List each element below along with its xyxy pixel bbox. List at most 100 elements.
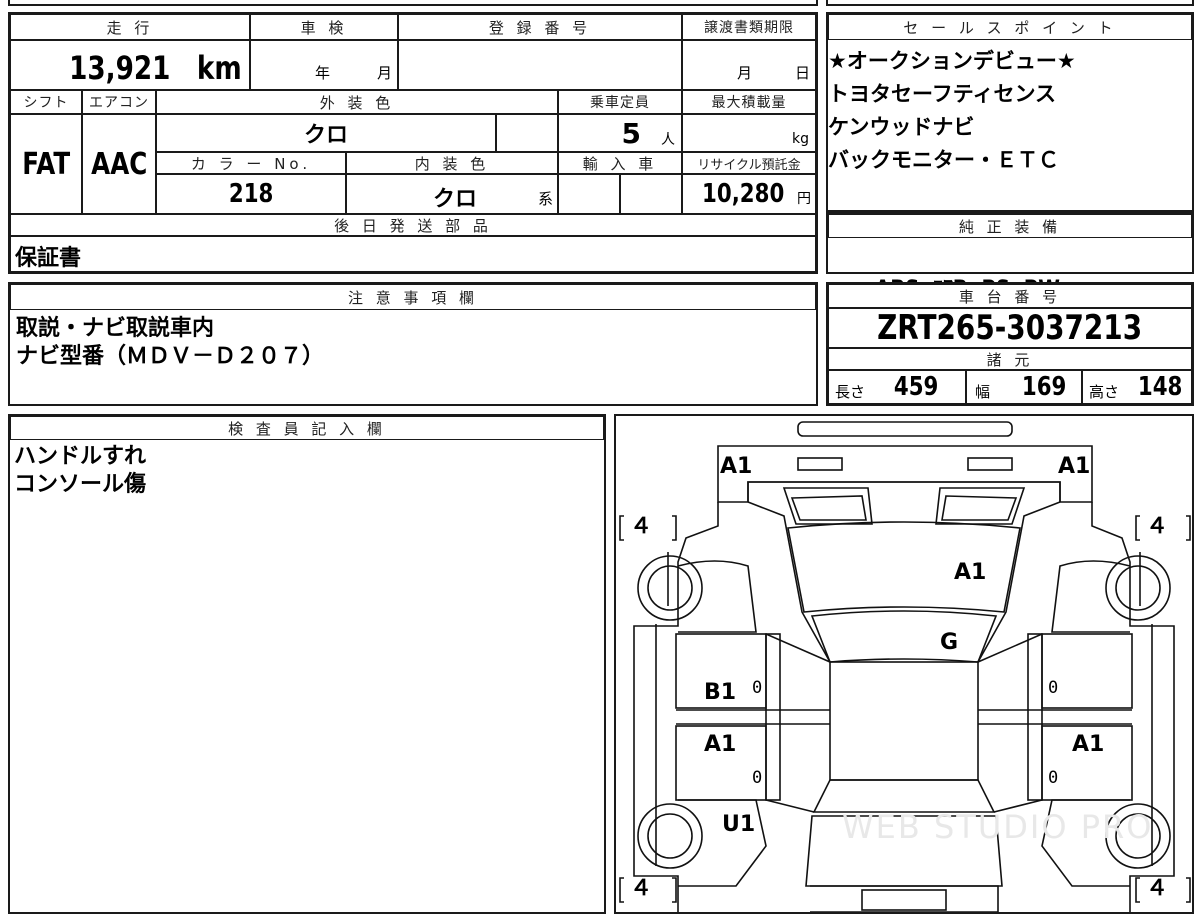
import-label: 輸 入 車 (558, 152, 682, 174)
sales-point-1: ★オークションデビュー★ (828, 49, 1076, 73)
width-cell: 幅 169 (966, 370, 1082, 404)
left-headlamp (782, 487, 873, 525)
top-strip (8, 0, 818, 6)
inspector-line-2: コンソール傷 (14, 472, 147, 497)
tire-front-right: ４ (1146, 514, 1169, 539)
registration-label: 登 録 番 号 (398, 14, 682, 40)
import-cell-a (558, 174, 620, 214)
registration-cell (398, 40, 682, 90)
width-value: 169 (1021, 372, 1067, 402)
recycle-value: 10,280 (701, 179, 784, 209)
import-cell-b (620, 174, 682, 214)
load-unit: kg (792, 131, 809, 147)
vehicle-info-table: 走 行 車 検 登 録 番 号 譲渡書類期限 13,921 km 年 月 月 日… (8, 12, 818, 274)
notes-box: 注 意 事 項 欄 取説・ナビ取説車内 ナビ型番（ＭＤＶ－Ｄ２０７） (8, 282, 818, 406)
mark-front-left: A1 (720, 454, 753, 479)
load-label: 最大積載量 (682, 90, 816, 114)
right-headlamp (935, 487, 1026, 525)
zero-mark-4: 0 (1048, 768, 1059, 788)
chassis-label: 車 台 番 号 (828, 284, 1192, 308)
shift-label: シフト (10, 90, 82, 114)
inspection-cell: 年 月 (250, 40, 398, 90)
color-no-value: 218 (228, 179, 274, 209)
mileage-value: 13,921 (68, 49, 171, 87)
exterior-value: クロ (303, 123, 348, 148)
notes-label: 注 意 事 項 欄 (10, 284, 816, 310)
later-parts-cell: 保証書 (10, 236, 816, 272)
ac-cell: AAC (82, 114, 156, 214)
width-label: 幅 (975, 383, 991, 401)
load-cell: kg (682, 114, 816, 152)
right-fog-lamp (967, 457, 1013, 471)
ac-value: AAC (90, 146, 148, 182)
chassis-value: ZRT265-3037213 (877, 308, 1143, 348)
sales-point-2: トヨタセーフティセンス (828, 82, 1057, 106)
mark-front-right: A1 (1058, 454, 1091, 479)
left-fog-lamp (797, 457, 843, 471)
length-cell: 長さ 459 (828, 370, 966, 404)
length-label: 長さ (835, 383, 866, 401)
sales-points-box: セ ー ル ス ポ イ ン ト ★オークションデビュー★ トヨタセーフティセンス… (826, 12, 1194, 212)
exterior-cell: クロ (156, 114, 496, 152)
interior-suffix: 系 (537, 190, 553, 208)
recycle-unit: 円 (797, 191, 811, 207)
interior-cell: クロ 系 (346, 174, 558, 214)
capacity-value: 5 (621, 117, 641, 150)
inspector-line-1: ハンドルすれ (14, 444, 147, 469)
exterior-label: 外 装 色 (156, 90, 558, 114)
front-bumper-bar (797, 421, 1013, 437)
zero-mark-3: 0 (1048, 678, 1059, 698)
interior-label: 内 装 色 (346, 152, 558, 174)
length-value: 459 (893, 372, 939, 402)
mark-left-rear-fender: U1 (722, 812, 756, 837)
chassis-box: 車 台 番 号 ZRT265-3037213 諸 元 長さ 459 幅 169 … (826, 282, 1194, 406)
equipment-label: 純 正 装 備 (828, 214, 1192, 238)
mark-left-front-door: B1 (704, 680, 737, 705)
inspector-label: 検 査 員 記 入 欄 (10, 416, 604, 440)
later-parts-label: 後 日 発 送 部 品 (10, 214, 816, 236)
mileage-unit: km (197, 49, 243, 87)
height-value: 148 (1137, 372, 1183, 402)
notes-line-2: ナビ型番（ＭＤＶ－Ｄ２０７） (16, 344, 325, 369)
chassis-cell: ZRT265-3037213 (828, 308, 1192, 348)
watermark: WEB STUDIO PRO (842, 808, 1154, 846)
color-no-label: カ ラ ー No. (156, 152, 346, 174)
mark-right-rear-door: A1 (1072, 732, 1105, 757)
damage-diagram-box: WEB STUDIO PRO A1 A1 A1 G B1 A1 A1 U1 0 … (614, 414, 1194, 914)
inspection-year: 年 (315, 64, 331, 82)
zero-mark-2: 0 (752, 768, 763, 788)
equipment-box: 純 正 装 備 ABS ｴｱB PS PW (826, 212, 1194, 303)
interior-value: クロ (433, 187, 478, 212)
height-cell: 高さ 148 (1082, 370, 1192, 404)
capacity-cell: 5 人 (558, 114, 682, 152)
transfer-cell: 月 日 (682, 40, 816, 90)
exterior-extra-cell (496, 114, 558, 152)
tire-front-left: ４ (630, 514, 653, 539)
height-label: 高さ (1089, 383, 1120, 401)
windshield (810, 610, 998, 663)
transfer-label: 譲渡書類期限 (682, 14, 816, 40)
sales-point-4: バックモニター・ＥＴＣ (828, 148, 1059, 172)
inspection-month: 月 (377, 64, 393, 82)
later-parts-value: 保証書 (15, 246, 82, 271)
inspector-box: 検 査 員 記 入 欄 ハンドルすれ コンソール傷 (8, 414, 606, 914)
sales-point-3: ケンウッドナビ (828, 115, 975, 139)
transfer-month: 月 (737, 64, 753, 82)
inspection-label: 車 検 (250, 14, 398, 40)
recycle-label: リサイクル預託金 (682, 152, 816, 174)
mark-hood: A1 (954, 560, 987, 585)
shift-cell: FAT (10, 114, 82, 214)
spec-label: 諸 元 (828, 348, 1192, 370)
top-strip-right (826, 0, 1194, 6)
sales-points-label: セ ー ル ス ポ イ ン ト (828, 14, 1192, 40)
mark-left-rear-door: A1 (704, 732, 737, 757)
notes-line-1: 取説・ナビ取説車内 (16, 316, 215, 341)
mileage-label: 走 行 (10, 14, 250, 40)
roof-panel (829, 661, 979, 781)
transfer-day: 日 (795, 64, 811, 82)
mark-windshield: G (940, 630, 959, 655)
capacity-label: 乗車定員 (558, 90, 682, 114)
zero-mark-1: 0 (752, 678, 763, 698)
right-body-outline (1091, 502, 1175, 912)
capacity-unit: 人 (661, 132, 675, 148)
